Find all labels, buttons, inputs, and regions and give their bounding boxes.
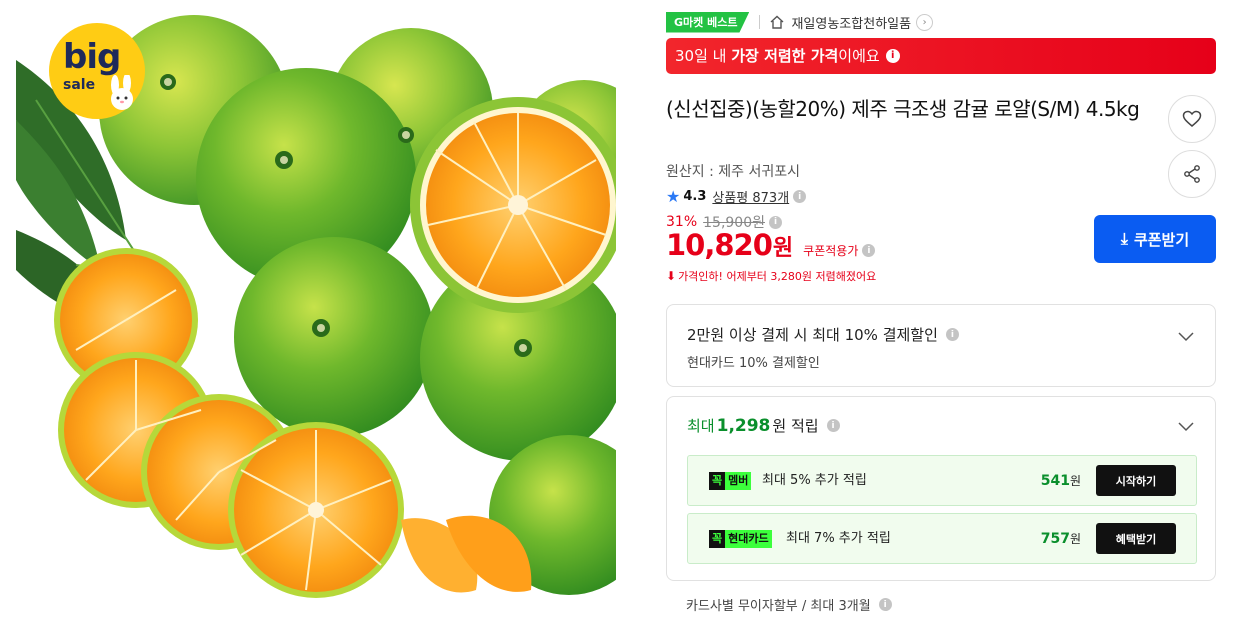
divider: [759, 15, 761, 29]
hyundai-card-badge: 꼭 현대카드: [709, 530, 772, 548]
coupon-download-button[interactable]: ⤓ 쿠폰받기: [1094, 215, 1216, 263]
price-row: 10,820 원 쿠폰적용가 i: [666, 228, 876, 262]
points-row-desc: 최대 5% 추가 적립: [762, 473, 867, 488]
installment-info: 카드사별 무이자할부 / 최대 3개월 i: [686, 595, 892, 614]
badge-label: 멤버: [725, 472, 752, 490]
big-text: big: [63, 37, 121, 77]
wishlist-button[interactable]: [1168, 95, 1216, 143]
points-unit: 원 적립: [772, 417, 819, 435]
gmarket-best-badge: G마켓 베스트: [666, 11, 750, 33]
points-row-member: 꼭 멤버 최대 5% 추가 적립 541원 시작하기: [687, 455, 1197, 506]
store-name-link[interactable]: 재일영농조합천하일품: [791, 13, 911, 32]
points-row-amount: 541원: [1041, 472, 1081, 490]
installment-text: 카드사별 무이자할부 / 최대 3개월: [686, 599, 871, 614]
product-title: (신선집중)(농할20%) 제주 극조생 감귤 로얄(S/M) 4.5kg: [666, 97, 1140, 121]
card-discount-main-text: 2만원 이상 결제 시 최대 10% 결제할인: [687, 326, 938, 344]
banner-bold: 가장 저렴한 가격: [731, 47, 839, 65]
product-origin: 원산지 : 제주 서귀포시: [666, 164, 800, 180]
price-drop-text: 가격인하! 어제부터 3,280원 저렴해졌어요: [678, 270, 877, 283]
chevron-down-icon[interactable]: [1177, 417, 1195, 435]
sale-price: 10,820: [666, 228, 773, 262]
seller-line: G마켓 베스트 재일영농조합천하일품 ›: [666, 11, 934, 33]
info-icon[interactable]: i: [878, 598, 892, 611]
points-amount: 1,298: [716, 415, 771, 436]
card-discount-main: 2만원 이상 결제 시 최대 10% 결제할인 i: [687, 324, 959, 345]
get-benefit-button[interactable]: 혜택받기: [1096, 523, 1176, 554]
info-icon[interactable]: i: [826, 419, 840, 432]
chevron-right-icon[interactable]: ›: [916, 13, 934, 31]
amount-value: 757: [1040, 531, 1070, 547]
product-image: big sale: [16, 0, 616, 609]
arrow-down-icon: ⬇: [666, 269, 677, 283]
price-unit: 원: [772, 236, 794, 261]
info-icon[interactable]: i: [793, 190, 807, 203]
download-icon: ⤓: [1120, 229, 1128, 248]
card-discount-sub: 현대카드 10% 결제할인: [687, 356, 820, 371]
coupon-applied-text: 쿠폰적용가: [803, 244, 859, 258]
points-row-desc: 최대 7% 추가 적립: [786, 531, 891, 546]
banner-prefix: 30일 내: [675, 47, 727, 65]
rating-score: 4.3: [683, 189, 707, 204]
rabbit-icon: [111, 75, 133, 110]
coupon-applied-label: 쿠폰적용가 i: [803, 242, 876, 259]
amount-value: 541: [1040, 473, 1070, 489]
info-icon[interactable]: i: [945, 328, 959, 341]
amount-unit: 원: [1069, 532, 1081, 546]
badge-label: 현대카드: [725, 530, 772, 548]
points-box: 최대 1,298 원 적립 i 꼭 멤버 최대 5% 추가 적립 541원 시작…: [666, 396, 1216, 581]
home-icon[interactable]: [769, 14, 785, 30]
product-info-panel: G마켓 베스트 재일영농조합천하일품 › 30일 내 가장 저렴한 가격 이에요 …: [666, 0, 1216, 623]
big-sale-badge: big sale: [49, 23, 145, 119]
info-icon[interactable]: i: [862, 244, 876, 257]
reviews-link[interactable]: 상품평 873개: [712, 187, 789, 206]
lowest-price-banner: 30일 내 가장 저렴한 가격 이에요 i: [666, 38, 1216, 74]
info-icon[interactable]: i: [769, 215, 782, 229]
heart-icon: [1182, 110, 1202, 127]
points-row-card: 꼭 현대카드 최대 7% 추가 적립 757원 혜택받기: [687, 513, 1197, 564]
amount-unit: 원: [1069, 474, 1081, 488]
star-icon: ★: [666, 187, 681, 206]
member-badge: 꼭 멤버: [709, 472, 752, 490]
rating-row: ★ 4.3 상품평 873개 i: [666, 187, 807, 206]
info-icon[interactable]: i: [885, 49, 900, 63]
banner-suffix: 이에요: [838, 47, 880, 65]
chevron-down-icon[interactable]: [1177, 327, 1195, 345]
badge-k: 꼭: [709, 472, 726, 490]
share-icon: [1184, 165, 1200, 183]
points-prefix: 최대: [687, 417, 715, 435]
price-drop-notice: ⬇ 가격인하! 어제부터 3,280원 저렴해졌어요: [666, 268, 876, 284]
coupon-button-label: 쿠폰받기: [1133, 230, 1190, 249]
share-button[interactable]: [1168, 150, 1216, 198]
points-title[interactable]: 최대 1,298 원 적립 i: [687, 415, 840, 436]
start-button[interactable]: 시작하기: [1096, 465, 1176, 496]
badge-k: 꼭: [709, 530, 726, 548]
sale-text: sale: [63, 77, 96, 93]
points-row-amount: 757원: [1041, 530, 1081, 548]
card-discount-box[interactable]: 2만원 이상 결제 시 최대 10% 결제할인 i 현대카드 10% 결제할인: [666, 304, 1216, 387]
